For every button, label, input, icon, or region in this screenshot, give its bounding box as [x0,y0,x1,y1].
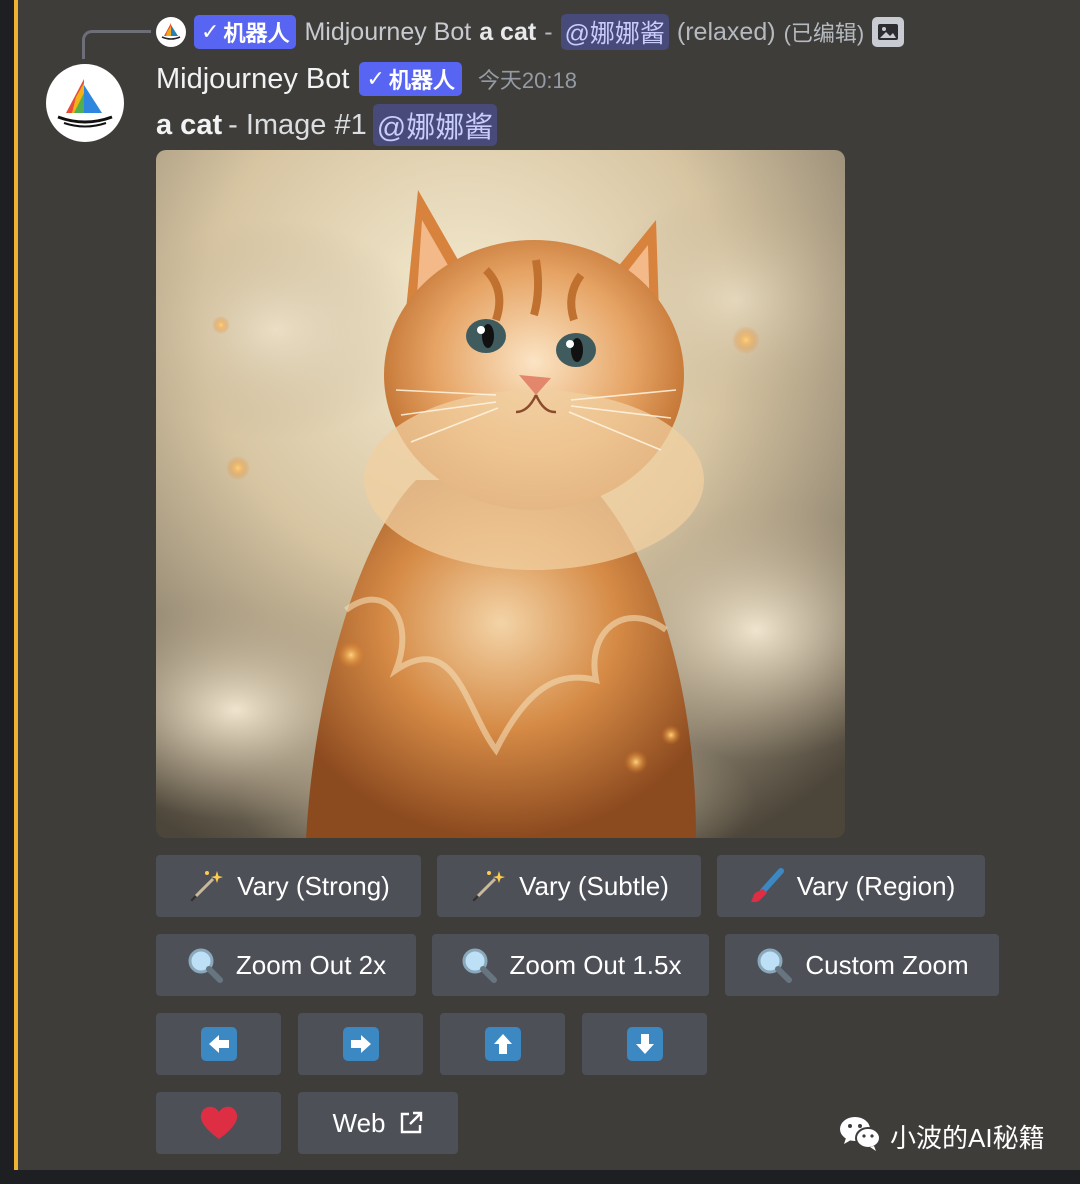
pan-up-button[interactable] [440,1013,565,1075]
timestamp[interactable]: 今天20:18 [478,63,577,95]
reply-prompt: a cat [479,17,537,46]
magnifier-icon [186,946,224,984]
custom-zoom-button[interactable]: Custom Zoom [725,934,999,996]
reply-edited: (已编辑) [783,21,865,46]
reply-connector [82,30,151,59]
pan-down-button[interactable] [582,1013,707,1075]
arrow-up-icon [484,1027,521,1061]
user-mention[interactable]: @娜娜酱 [372,104,498,146]
pan-left-button[interactable] [156,1013,281,1075]
image-attachment-icon[interactable] [872,17,905,47]
vary-region-label: Vary (Region) [796,870,956,901]
magnifier-icon [460,946,498,984]
bot-avatar[interactable] [46,64,124,142]
reply-mention[interactable]: @娜娜酱 [560,14,669,50]
mention-highlight-bar [14,0,18,1170]
image-caption: - Image #1 [228,108,367,141]
external-link-icon [398,1110,424,1136]
check-icon: ✓ [366,66,385,91]
paintbrush-icon [747,867,785,905]
message-content: a cat - Image #1 @娜娜酱 [156,104,498,146]
pan-right-button[interactable] [298,1013,423,1075]
reply-reference[interactable]: ✓ 机器人 Midjourney Bot a cat - @娜娜酱 (relaxe… [156,14,905,50]
reply-avatar-icon[interactable] [156,17,186,47]
vary-subtle-label: Vary (Subtle) [519,870,669,901]
watermark: 小波的AI秘籍 [838,1114,1045,1159]
reply-mode: (relaxed) [676,17,776,46]
zoom-out-1-5x-button[interactable]: Zoom Out 1.5x [432,934,709,996]
arrow-down-icon [626,1027,663,1061]
vary-subtle-button[interactable]: Vary (Subtle) [437,855,701,917]
prompt-text: a cat [156,108,223,141]
watermark-text: 小波的AI秘籍 [890,1123,1045,1153]
vary-strong-label: Vary (Strong) [237,870,390,901]
bot-badge-label: 机器人 [388,68,455,93]
sailboat-logo-icon [57,79,113,128]
wechat-icon [838,1114,882,1159]
arrow-left-icon [200,1027,237,1061]
magic-wand-icon [469,867,507,905]
reply-separator: - [544,17,553,46]
bottom-divider [0,1170,1080,1184]
zoom-out-2x-button[interactable]: Zoom Out 2x [156,934,416,996]
web-link-button[interactable]: Web [298,1092,458,1154]
message-header: Midjourney Bot ✓ 机器人 今天20:18 [156,62,577,96]
custom-zoom-label: Custom Zoom [805,949,969,980]
web-label: Web [332,1107,386,1138]
favorite-button[interactable] [156,1092,281,1154]
bot-badge-label: 机器人 [223,21,290,46]
magic-wand-icon [187,867,225,905]
heart-icon [199,1105,239,1141]
bot-badge: ✓ 机器人 [359,62,462,96]
zoom-out-2x-label: Zoom Out 2x [235,949,387,980]
generated-cat-image[interactable] [156,150,845,838]
author-name[interactable]: Midjourney Bot [156,63,349,96]
magnifier-icon [755,946,793,984]
arrow-right-icon [342,1027,379,1061]
check-icon: ✓ [201,19,220,44]
vary-strong-button[interactable]: Vary (Strong) [156,855,421,917]
bot-badge: ✓ 机器人 [194,15,297,49]
vary-region-button[interactable]: Vary (Region) [717,855,985,917]
reply-author[interactable]: Midjourney Bot [304,18,471,47]
zoom-out-1-5x-label: Zoom Out 1.5x [509,949,682,980]
